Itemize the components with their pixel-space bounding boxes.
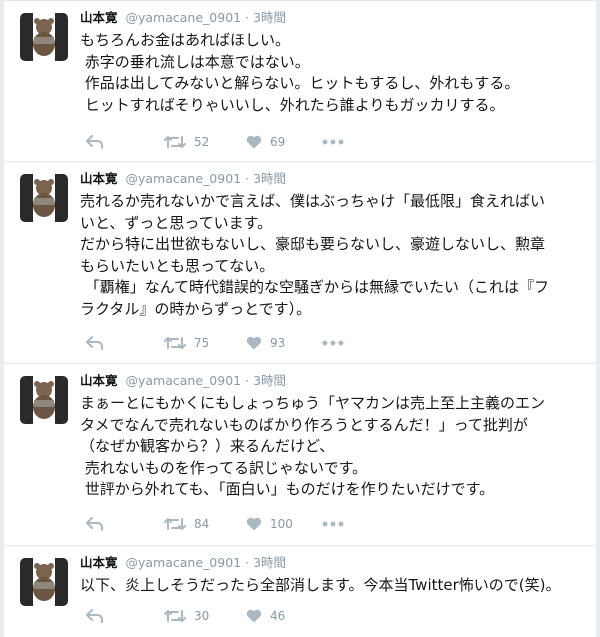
like-count: 46 bbox=[270, 609, 286, 623]
tweet[interactable]: 山本寛 @yamacane_0901 · 3時間 以下、炎上しそうだったら全部消… bbox=[4, 545, 596, 637]
avatar[interactable] bbox=[20, 558, 68, 606]
retweet-count: 84 bbox=[194, 517, 210, 531]
tweet-header: 山本寛 @yamacane_0901 · 3時間 bbox=[80, 9, 286, 27]
tweet-text: 以下、炎上しそうだったら全部消します。今本当Twitter怖いので(笑)。 bbox=[80, 576, 561, 594]
like-button[interactable]: 100 bbox=[246, 517, 293, 531]
avatar[interactable] bbox=[20, 376, 68, 424]
reply-arrow-icon bbox=[86, 609, 103, 623]
reply-button[interactable] bbox=[86, 517, 104, 531]
tweet-text: もちろんお金はあればほしい。 赤字の垂れ流しは本意ではない。 作品は出してみない… bbox=[80, 31, 520, 114]
more-dots-icon bbox=[322, 139, 344, 145]
reply-button[interactable] bbox=[86, 609, 104, 623]
reply-arrow-icon bbox=[86, 517, 103, 531]
heart-icon bbox=[246, 336, 262, 350]
like-button[interactable]: 46 bbox=[246, 609, 285, 623]
retweet-button[interactable]: 75 bbox=[164, 336, 209, 350]
retweet-icon bbox=[164, 518, 186, 530]
retweet-icon bbox=[164, 610, 186, 622]
retweet-button[interactable]: 84 bbox=[164, 517, 209, 531]
author-name[interactable]: 山本寛 bbox=[80, 373, 118, 388]
retweet-button[interactable]: 30 bbox=[164, 609, 209, 623]
like-count: 100 bbox=[270, 517, 293, 531]
timestamp[interactable]: 3時間 bbox=[253, 555, 286, 570]
author-name[interactable]: 山本寛 bbox=[80, 555, 118, 570]
separator: · bbox=[245, 10, 250, 25]
tweet-header: 山本寛 @yamacane_0901 · 3時間 bbox=[80, 170, 286, 188]
more-dots-icon bbox=[322, 340, 344, 346]
heart-icon bbox=[246, 609, 262, 623]
author-name[interactable]: 山本寛 bbox=[80, 171, 118, 186]
more-button[interactable] bbox=[322, 139, 344, 145]
avatar[interactable] bbox=[20, 13, 68, 61]
like-button[interactable]: 93 bbox=[246, 336, 285, 350]
separator: · bbox=[245, 373, 250, 388]
author-handle[interactable]: @yamacane_0901 bbox=[126, 171, 242, 186]
author-handle[interactable]: @yamacane_0901 bbox=[126, 373, 242, 388]
retweet-count: 52 bbox=[194, 135, 210, 149]
tweet-text: 売れるか売れないかで言えば、僕はぶっちゃけ「最低限」食えればい いと、ずっと思っ… bbox=[80, 192, 550, 318]
retweet-button[interactable]: 52 bbox=[164, 135, 209, 149]
like-count: 69 bbox=[270, 135, 286, 149]
retweet-count: 75 bbox=[194, 336, 210, 350]
heart-icon bbox=[246, 517, 262, 531]
more-dots-icon bbox=[322, 521, 344, 527]
more-button[interactable] bbox=[322, 340, 344, 346]
retweet-count: 30 bbox=[194, 609, 210, 623]
retweet-icon bbox=[164, 136, 186, 148]
author-handle[interactable]: @yamacane_0901 bbox=[126, 555, 242, 570]
author-handle[interactable]: @yamacane_0901 bbox=[126, 10, 242, 25]
reply-button[interactable] bbox=[86, 336, 104, 350]
tweet[interactable]: 山本寛 @yamacane_0901 · 3時間 まぁーとにもかくにもしょっちゅ… bbox=[4, 363, 596, 545]
retweet-icon bbox=[164, 337, 186, 349]
tweet-text: まぁーとにもかくにもしょっちゅう「ヤマカンは売上至上主義のエン タメでなんで売れ… bbox=[80, 394, 546, 498]
like-count: 93 bbox=[270, 336, 286, 350]
timestamp[interactable]: 3時間 bbox=[253, 373, 286, 388]
like-button[interactable]: 69 bbox=[246, 135, 285, 149]
tweet-header: 山本寛 @yamacane_0901 · 3時間 bbox=[80, 554, 286, 572]
timestamp[interactable]: 3時間 bbox=[253, 171, 286, 186]
reply-button[interactable] bbox=[86, 135, 104, 149]
avatar[interactable] bbox=[20, 174, 68, 222]
author-name[interactable]: 山本寛 bbox=[80, 10, 118, 25]
tweet-header: 山本寛 @yamacane_0901 · 3時間 bbox=[80, 372, 286, 390]
separator: · bbox=[245, 555, 250, 570]
reply-arrow-icon bbox=[86, 135, 103, 149]
separator: · bbox=[245, 171, 250, 186]
tweet[interactable]: 山本寛 @yamacane_0901 · 3時間 もちろんお金はあればほしい。 … bbox=[4, 0, 596, 161]
timeline: 山本寛 @yamacane_0901 · 3時間 もちろんお金はあればほしい。 … bbox=[0, 0, 600, 637]
timestamp[interactable]: 3時間 bbox=[253, 10, 286, 25]
reply-arrow-icon bbox=[86, 336, 103, 350]
tweet[interactable]: 山本寛 @yamacane_0901 · 3時間 売れるか売れないかで言えば、僕… bbox=[4, 161, 596, 363]
heart-icon bbox=[246, 135, 262, 149]
more-button[interactable] bbox=[322, 521, 344, 527]
